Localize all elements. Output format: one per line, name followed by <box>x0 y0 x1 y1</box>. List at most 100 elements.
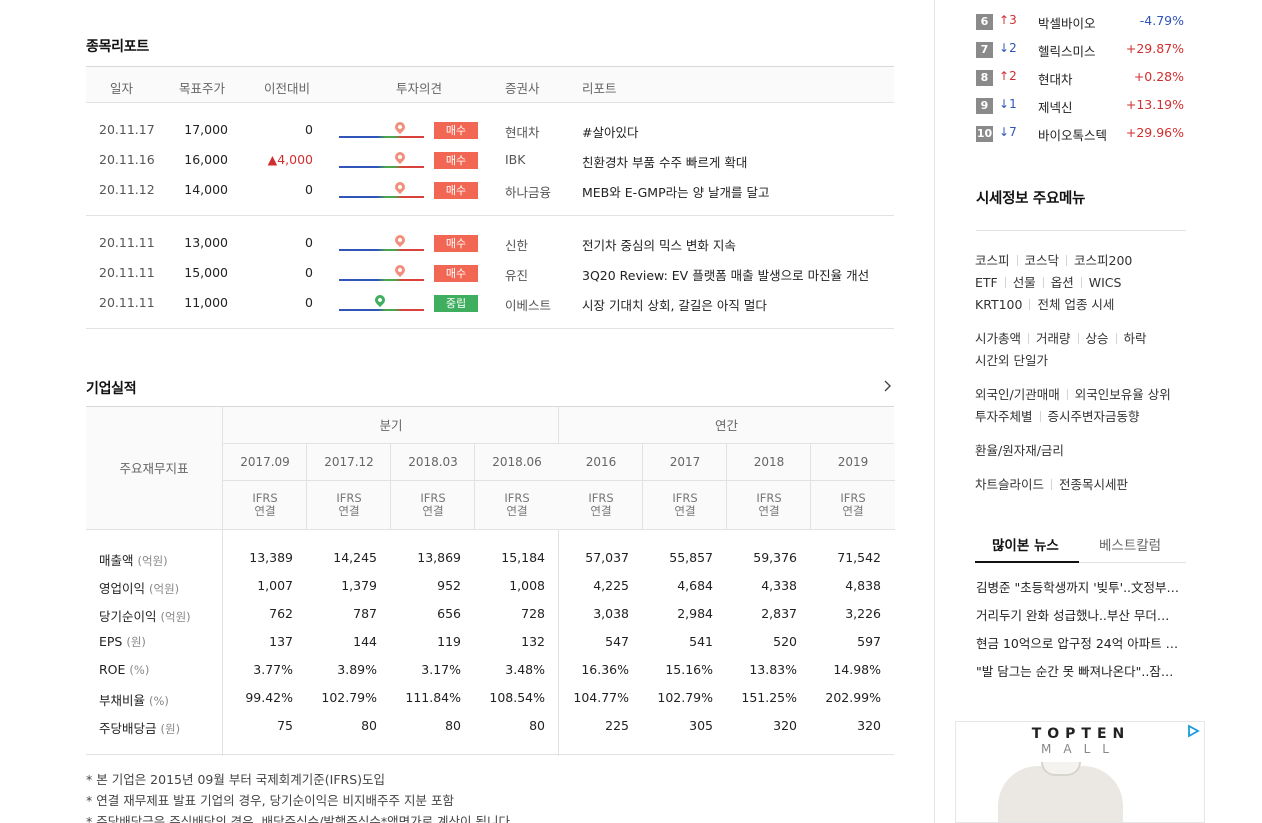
broker-name: 현대차 <box>505 125 540 140</box>
period-header: 2019 <box>811 444 895 481</box>
group-header-quarter: 분기 <box>223 407 559 444</box>
price-change: ▲4,000 <box>267 152 313 167</box>
col-broker: 증권사 <box>505 81 540 96</box>
column-divider <box>934 0 935 823</box>
target-price: 14,000 <box>184 182 228 197</box>
metric-value: 111.84% <box>405 690 461 705</box>
menu-row: 환율/원자재/금리 <box>975 440 1064 459</box>
gauge-line <box>339 279 424 281</box>
menu-link[interactable]: 환율/원자재/금리 <box>975 443 1064 458</box>
menu-row: ETF 선물 옵션 WICS <box>975 272 1121 291</box>
ranking-item[interactable]: 7 ↓2 헬릭스미스 +29.87% <box>976 41 1186 63</box>
rank-move-count: 2 <box>1009 69 1017 83</box>
chevron-right-icon[interactable] <box>882 380 892 392</box>
menu-link[interactable]: 옵션 <box>1051 275 1074 290</box>
news-item[interactable]: 거리두기 완화 성급했나..부산 무더… <box>976 605 1184 624</box>
menu-row: KRT100 전체 업종 시세 <box>975 294 1114 313</box>
separator <box>1115 333 1117 344</box>
rank-number: 6 <box>976 14 993 30</box>
menu-link[interactable]: 차트슬라이드 <box>975 477 1044 492</box>
ifrs-label: IFRS 연결 <box>307 481 391 530</box>
rank-move-count: 1 <box>1009 97 1017 111</box>
metric-value: 80 <box>445 718 461 733</box>
ad-banner[interactable]: TOPTEN MALL <box>955 721 1205 823</box>
menu-link[interactable]: 외국인보유율 상위 <box>1075 387 1171 402</box>
reports-title: 종목리포트 <box>86 39 149 55</box>
report-title-link[interactable]: MEB와 E-GMP라는 양 날개를 달고 <box>582 182 770 201</box>
report-row[interactable]: 20.11.11 13,000 0 매수 신한 전기차 중심의 믹스 변화 지속 <box>86 228 894 258</box>
report-date: 20.11.11 <box>99 235 155 250</box>
menu-link[interactable]: 외국인/기관매매 <box>975 387 1060 402</box>
metric-value: 102.79% <box>321 690 377 705</box>
report-row[interactable]: 20.11.11 11,000 0 중립 이베스트 시장 기대치 상회, 갈길은 아직 멀… <box>86 288 894 318</box>
menu-link[interactable]: 시가총액 <box>975 331 1021 346</box>
menu-link[interactable]: 시간외 단일가 <box>975 353 1048 368</box>
report-row[interactable]: 20.11.16 16,000 ▲4,000 매수 IBK 친환경차 부품 수주 빠르게 … <box>86 145 894 175</box>
report-row[interactable]: 20.11.12 14,000 0 매수 하나금융 MEB와 E-GMP라는 양 날개를 … <box>86 175 894 205</box>
ifrs-consolidated: 연결 <box>254 504 276 518</box>
menu-link[interactable]: 전종목시세판 <box>1059 477 1128 492</box>
separator <box>1039 411 1041 422</box>
menu-link[interactable]: 상승 <box>1086 331 1109 346</box>
financial-row: 주당배당금 (원) 75 80 80 80 225 305 320 320 <box>86 712 894 740</box>
news-tabs: 많이본 뉴스 베스트칼럼 <box>975 526 1186 563</box>
stock-name[interactable]: 현대차 <box>1038 69 1073 88</box>
metric-label: ROE (%) <box>99 662 149 677</box>
metric-value: 13,389 <box>249 550 293 565</box>
target-price: 15,000 <box>184 265 228 280</box>
change-percent: +29.96% <box>1125 125 1184 140</box>
menu-link[interactable]: 전체 업종 시세 <box>1037 297 1114 312</box>
menu-link[interactable]: 투자주체별 <box>975 409 1033 424</box>
menu-link[interactable]: 하락 <box>1124 331 1147 346</box>
menu-link[interactable]: 코스피200 <box>1074 253 1132 268</box>
menu-link[interactable]: 증시주변자금동향 <box>1048 409 1140 424</box>
menu-link[interactable]: 거래량 <box>1036 331 1071 346</box>
rank-move: ↓1 <box>999 97 1017 111</box>
rank-move: ↓7 <box>999 125 1017 139</box>
menu-link[interactable]: 코스피 <box>975 253 1010 268</box>
metric-label: 매출액 (억원) <box>99 550 168 569</box>
ad-choices-icon[interactable] <box>1186 724 1200 738</box>
metric-value: 71,542 <box>837 550 881 565</box>
ifrs-consolidated: 연결 <box>590 504 612 518</box>
menu-link[interactable]: WICS <box>1089 275 1122 290</box>
divider <box>810 444 811 530</box>
ranking-item[interactable]: 9 ↓1 제넥신 +13.19% <box>976 97 1186 119</box>
menu-link[interactable]: 선물 <box>1013 275 1036 290</box>
menu-title: 시세정보 주요메뉴 <box>976 191 1086 207</box>
metric-unit: (억원) <box>160 610 191 624</box>
report-title-link[interactable]: 전기차 중심의 믹스 변화 지속 <box>582 235 736 254</box>
broker-name: 신한 <box>505 238 529 253</box>
arrow-up-icon: ↑ <box>999 13 1010 27</box>
target-price: 16,000 <box>184 152 228 167</box>
news-item[interactable]: "발 담그는 순간 못 빠져나온다"..잠… <box>976 661 1184 680</box>
divider <box>306 444 307 530</box>
menu-link[interactable]: 코스닥 <box>1025 253 1060 268</box>
ranking-item[interactable]: 6 ↑3 박셀바이오 -4.79% <box>976 13 1186 35</box>
stock-name[interactable]: 제넥신 <box>1038 97 1073 116</box>
ranking-item[interactable]: 8 ↑2 현대차 +0.28% <box>976 69 1186 91</box>
tab-most-viewed[interactable]: 많이본 뉴스 <box>992 534 1059 554</box>
report-row[interactable]: 20.11.17 17,000 0 매수 현대차 #살아있다 <box>86 115 894 145</box>
report-title-link[interactable]: 친환경차 부품 수주 빠르게 확대 <box>582 152 747 171</box>
rank-move: ↓2 <box>999 41 1017 55</box>
report-title-link[interactable]: 3Q20 Review: EV 플랫폼 매출 발생으로 마진율 개선 <box>582 265 869 284</box>
note: * 본 기업은 2015년 09월 부터 국제회계기준(IFRS)도입 <box>86 772 386 787</box>
separator <box>1051 479 1053 490</box>
stock-name[interactable]: 바이오톡스텍 <box>1038 125 1107 144</box>
menu-link[interactable]: KRT100 <box>975 297 1022 312</box>
metric-value: 305 <box>689 718 713 733</box>
tab-best-column[interactable]: 베스트칼럼 <box>1099 534 1161 554</box>
col-date: 일자 <box>110 81 134 96</box>
news-item[interactable]: 김병준 "초등학생까지 '빚투'..文정부… <box>976 577 1184 596</box>
metric-unit: (%) <box>149 694 169 708</box>
metric-value: 597 <box>857 634 881 649</box>
report-title-link[interactable]: #살아있다 <box>582 122 638 141</box>
report-title-link[interactable]: 시장 기대치 상회, 갈길은 아직 멀다 <box>582 295 767 314</box>
stock-name[interactable]: 헬릭스미스 <box>1038 41 1096 60</box>
report-row[interactable]: 20.11.11 15,000 0 매수 유진 3Q20 Review: EV 플랫폼 매… <box>86 258 894 288</box>
ranking-item[interactable]: 10 ↓7 바이오톡스텍 +29.96% <box>976 125 1186 147</box>
menu-link[interactable]: ETF <box>975 275 998 290</box>
stock-name[interactable]: 박셀바이오 <box>1038 13 1096 32</box>
news-item[interactable]: 현금 10억으로 압구정 24억 아파트 … <box>976 633 1184 652</box>
